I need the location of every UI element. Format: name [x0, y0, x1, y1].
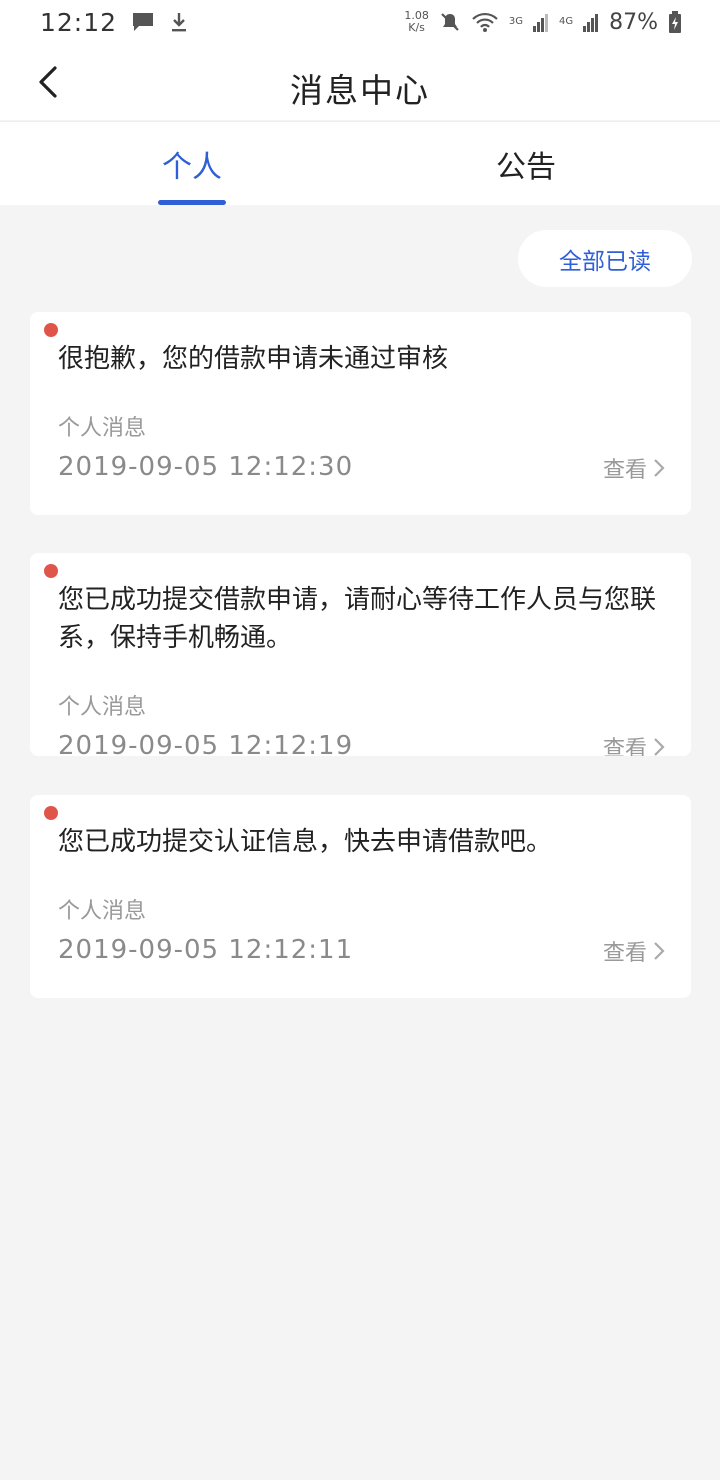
- mark-all-read-button[interactable]: 全部已读: [518, 230, 692, 287]
- message-card[interactable]: 您已成功提交借款申请，请耐心等待工作人员与您联系，保持手机畅通。 个人消息 20…: [30, 553, 691, 756]
- signal-icon: [583, 12, 599, 32]
- wifi-icon: [471, 11, 499, 33]
- message-type: 个人消息: [58, 899, 147, 924]
- unread-dot: [44, 564, 58, 578]
- active-tab-indicator: [158, 200, 226, 205]
- tab-personal[interactable]: 个人: [92, 122, 292, 206]
- view-link-label: 查看: [602, 941, 647, 966]
- message-title: 您已成功提交借款申请，请耐心等待工作人员与您联系，保持手机畅通。: [58, 585, 657, 653]
- network-speed: 1.08 K/s: [404, 9, 429, 34]
- tab-bar: 个人 公告: [0, 121, 720, 205]
- message-card[interactable]: 很抱歉，您的借款申请未通过审核 个人消息 2019-09-05 12:12:30…: [30, 312, 691, 515]
- unread-dot: [44, 323, 58, 337]
- view-link[interactable]: 查看: [603, 452, 665, 484]
- page-title: 消息中心: [290, 71, 430, 110]
- message-icon: [131, 11, 155, 33]
- battery-percent: 87%: [609, 9, 658, 35]
- view-link-label: 查看: [602, 737, 647, 756]
- tab-announcements[interactable]: 公告: [426, 122, 626, 206]
- message-type: 个人消息: [58, 416, 147, 441]
- download-icon: [169, 11, 189, 33]
- network-4g-label: 4G: [558, 16, 574, 27]
- message-card[interactable]: 您已成功提交认证信息，快去申请借款吧。 个人消息 2019-09-05 12:1…: [30, 795, 691, 998]
- app-header: 消息中心: [0, 44, 720, 120]
- message-time: 2019-09-05 12:12:30: [58, 452, 354, 482]
- view-link[interactable]: 查看: [603, 731, 665, 756]
- unread-dot: [44, 806, 58, 820]
- network-3g-label: 3G: [508, 16, 523, 27]
- message-title: 很抱歉，您的借款申请未通过审核: [58, 344, 449, 374]
- status-bar: 12:12 1.08 K/s 3G 4G 87%: [0, 0, 720, 44]
- message-type: 个人消息: [58, 695, 147, 720]
- chevron-right-icon: [654, 738, 665, 756]
- battery-charging-icon: [668, 11, 682, 33]
- view-link[interactable]: 查看: [603, 935, 665, 967]
- message-time: 2019-09-05 12:12:19: [58, 731, 354, 756]
- mute-icon: [439, 11, 461, 33]
- signal-icon: [532, 12, 549, 32]
- chevron-right-icon: [654, 459, 665, 477]
- status-time: 12:12: [40, 7, 118, 37]
- view-link-label: 查看: [602, 458, 647, 483]
- message-title: 您已成功提交认证信息，快去申请借款吧。: [58, 827, 553, 857]
- message-time: 2019-09-05 12:12:11: [58, 935, 354, 965]
- chevron-right-icon: [654, 942, 665, 960]
